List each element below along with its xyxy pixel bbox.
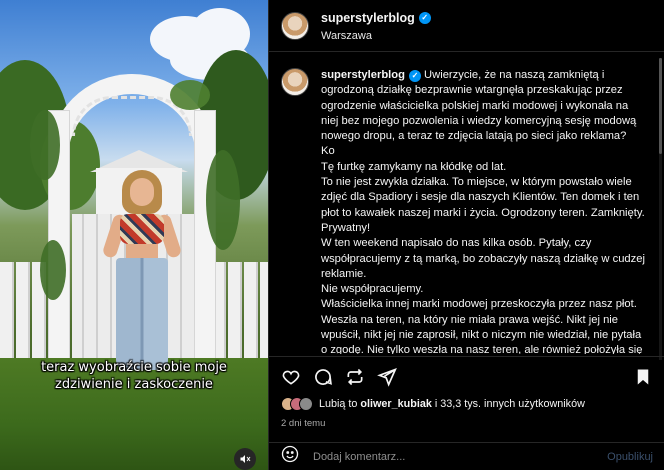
- likes-count[interactable]: i 33,3 tys. innych użytkowników: [435, 398, 585, 410]
- caption-line: ogrodzoną działkę bezprawnie wtargnęła p…: [321, 84, 623, 97]
- caption-line: płot to kawałek naszej marki i życia. Og…: [321, 206, 645, 219]
- liker-avatar: [299, 397, 313, 411]
- caption-line: zdjęć dla Spadiory i sesje dla naszych K…: [321, 191, 640, 204]
- likes-prefix: Lubią to: [319, 398, 358, 410]
- verified-icon: ✓: [418, 12, 431, 24]
- location[interactable]: Warszawa: [321, 30, 431, 42]
- emoji-icon[interactable]: [281, 445, 299, 468]
- vine: [170, 80, 210, 110]
- avatar[interactable]: [281, 11, 309, 40]
- caption-username[interactable]: superstylerblog ✓: [321, 68, 421, 83]
- caption-line: Nie współpracujemy.: [321, 283, 424, 296]
- instagram-post: teraz wyobraźcie sobie moje zdziwienie i…: [0, 0, 664, 470]
- post-header: superstylerblog ✓ Warszawa: [269, 0, 664, 52]
- avatar[interactable]: [281, 68, 309, 96]
- caption-line: o zgodę. Nie tylko weszła na nasz teren,…: [321, 344, 643, 354]
- caption-line: reklamie.: [321, 267, 367, 280]
- caption-line: wpuścił, nikt jej nie zaprosił, nikt o n…: [321, 329, 642, 342]
- caption-line: W ten weekend napisało do nas kilka osób…: [321, 237, 592, 250]
- person-jeans: [116, 258, 168, 370]
- username-text[interactable]: superstylerblog: [321, 68, 405, 83]
- post-sidebar: superstylerblog ✓ Warszawa superstylerbl…: [268, 0, 664, 470]
- caption-scrollbar[interactable]: [659, 58, 662, 360]
- caption-line: To nie jest zwykła działka. To miejsce, …: [321, 176, 632, 189]
- likes-user[interactable]: oliwer_kubiak: [360, 398, 431, 410]
- comment-icon[interactable]: [311, 365, 335, 389]
- video-caption-line-2: zdziwienie i zaskoczenie: [55, 377, 213, 392]
- vine: [40, 240, 66, 300]
- caption-line: Uwierzycie, że na naszą zamkniętą i: [424, 69, 605, 81]
- username-text[interactable]: superstylerblog: [321, 11, 415, 25]
- bookmark-icon[interactable]: [631, 365, 655, 389]
- action-bar: [269, 356, 664, 396]
- video-caption-line-1: teraz wyobraźcie sobie moje: [41, 360, 227, 375]
- verified-icon: ✓: [408, 69, 421, 82]
- send-icon[interactable]: [375, 365, 399, 389]
- caption-text: superstylerblog ✓ Uwierzycie, że na nasz…: [321, 68, 657, 354]
- publish-button[interactable]: Opublikuj: [607, 451, 653, 463]
- speaker-icon[interactable]: [234, 448, 256, 470]
- comment-bar: Dodaj komentarz... Opublikuj: [269, 442, 664, 470]
- heart-icon[interactable]: [279, 365, 303, 389]
- header-username[interactable]: superstylerblog ✓: [321, 11, 431, 25]
- caption-line: Weszła na teren, na który nie miała praw…: [321, 313, 619, 326]
- vine: [206, 150, 240, 250]
- scrollbar-thumb[interactable]: [659, 58, 662, 154]
- caption-line: nowego dropu, a teraz te zdjęcia latają …: [321, 130, 627, 143]
- vine: [30, 110, 60, 180]
- caption-line: Ko: [321, 145, 335, 158]
- caption-line: Prywatny!: [321, 221, 371, 234]
- repost-icon[interactable]: [343, 365, 367, 389]
- comment-input[interactable]: Dodaj komentarz...: [313, 451, 607, 463]
- caption-line: niej bez mojego pozwolenia i wiedzy kome…: [321, 114, 637, 127]
- caption-line: ogrodzenie właścicielka polskiej marki m…: [321, 99, 629, 112]
- likes-summary[interactable]: Lubią to oliwer_kubiak i 33,3 tys. innyc…: [281, 397, 585, 411]
- arch-post-right: [194, 110, 216, 380]
- post-timestamp[interactable]: 2 dni temu: [281, 418, 325, 429]
- caption-line: Właścicielka innej marki modowej przesko…: [321, 298, 637, 311]
- caption-area: superstylerblog ✓ Uwierzycie, że na nasz…: [281, 68, 659, 354]
- caption-line: współpracujemy z tą marką, bo zobaczyły …: [321, 252, 645, 265]
- person-face: [130, 178, 154, 206]
- post-media[interactable]: teraz wyobraźcie sobie moje zdziwienie i…: [0, 0, 268, 470]
- caption-line: Tę furtkę zamykamy na kłódkę od lat.: [321, 160, 507, 173]
- person-top: [120, 214, 164, 244]
